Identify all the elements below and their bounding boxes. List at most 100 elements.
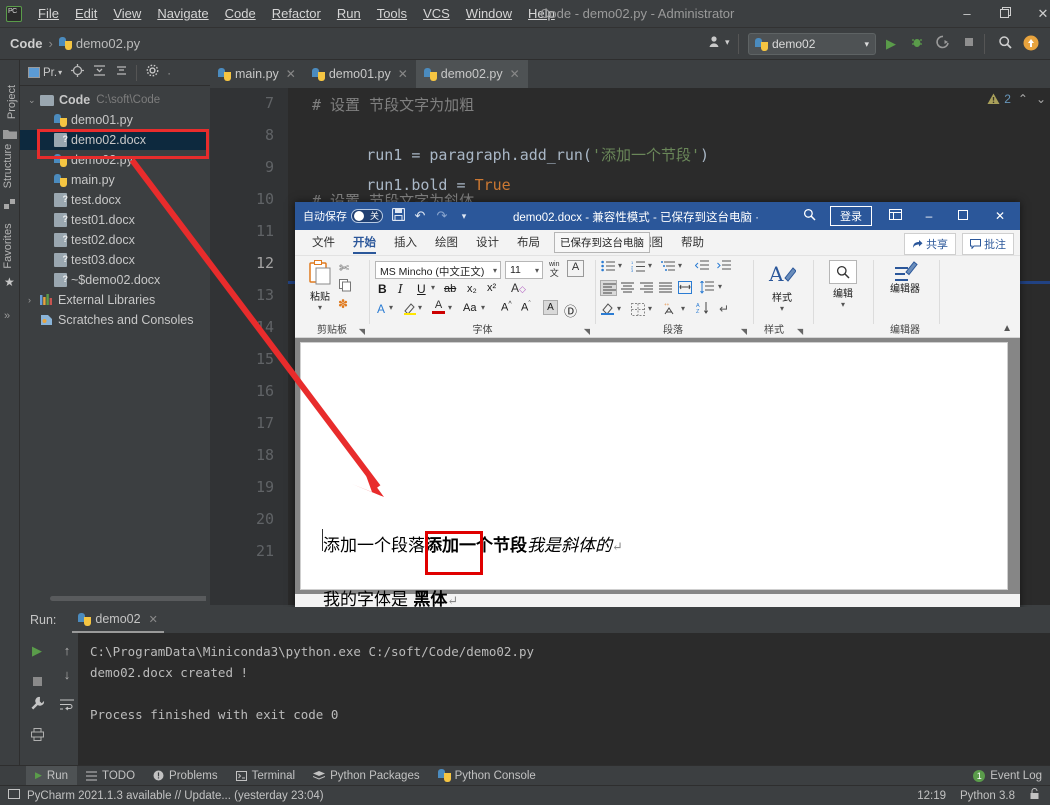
underline-button[interactable]: U — [417, 282, 426, 296]
line-spacing-icon[interactable] — [700, 280, 714, 297]
save-icon[interactable] — [387, 207, 409, 224]
bottom-tab-problems[interactable]: Problems — [144, 766, 227, 786]
tree-item-demo02-py[interactable]: demo02.py — [20, 150, 210, 170]
locate-icon[interactable] — [66, 63, 88, 83]
font-color-icon[interactable]: A — [432, 300, 445, 314]
close-button[interactable]: ✕ — [1020, 0, 1050, 28]
font-size-input[interactable]: 11 ▾ — [505, 261, 543, 279]
word-tab-help[interactable]: 帮助 — [672, 230, 713, 256]
editor-inspection-widget[interactable]: 2 ⌃ ⌄ — [987, 92, 1046, 106]
share-button[interactable]: 共享 — [904, 233, 956, 255]
strikethrough-button[interactable]: ab — [444, 283, 456, 295]
chevron-down-icon[interactable]: ▾ — [825, 300, 861, 309]
event-log-button[interactable]: 1 Event Log — [973, 766, 1042, 786]
ribbon-display-options-icon[interactable] — [878, 209, 912, 223]
tree-item-test03-docx[interactable]: test03.docx — [20, 249, 210, 270]
chevron-down-icon[interactable]: ▾ — [481, 303, 485, 312]
word-window[interactable]: 自动保存 关 ↶ ↷ ▾ demo02.docx - 兼容性模式 - 已保存到这… — [295, 202, 1020, 630]
word-tab-home[interactable]: 开始 — [344, 230, 385, 256]
sidebar-tab-project[interactable]: Project — [6, 72, 18, 132]
superscript-button[interactable]: x² — [487, 282, 496, 294]
menu-navigate[interactable]: Navigate — [149, 4, 216, 23]
format-painter-icon[interactable]: ✽ — [338, 297, 348, 311]
chevron-right-icon[interactable]: › — [28, 290, 40, 310]
borders-icon[interactable] — [631, 303, 645, 319]
tree-item-demo02-docx[interactable]: demo02.docx — [20, 129, 210, 150]
chevron-down-icon[interactable]: ▾ — [493, 266, 497, 275]
word-minimize-button[interactable]: – — [912, 209, 946, 223]
phonetic-guide-icon[interactable]: win 文 — [549, 260, 560, 278]
bottom-tab-python-console[interactable]: Python Console — [429, 766, 545, 786]
autosave-toggle[interactable]: 自动保存 关 — [303, 208, 387, 224]
menu-refactor[interactable]: Refactor — [264, 4, 329, 23]
clear-formatting-icon[interactable]: A◇ — [511, 281, 526, 295]
autosave-switch[interactable]: 关 — [351, 209, 383, 223]
chevron-down-icon[interactable]: ▾ — [618, 261, 622, 270]
tree-item-demo01-py[interactable]: demo01.py — [20, 110, 210, 130]
justify-icon[interactable] — [659, 282, 672, 297]
document-paragraph-1[interactable]: 添加一个段落添加一个节段我是斜体的↵ — [323, 531, 623, 556]
word-tab-layout[interactable]: 布局 — [508, 230, 549, 256]
lock-icon[interactable] — [1029, 788, 1040, 803]
chevron-down-icon[interactable]: ▾ — [681, 304, 685, 313]
chevron-down-icon[interactable]: ▾ — [448, 303, 452, 312]
word-document-canvas[interactable]: 添加一个段落添加一个节段我是斜体的↵ 我的字体是 黑体↵ — [295, 338, 1020, 610]
clipboard-dialog-launcher[interactable]: ◥ — [359, 327, 365, 336]
distribute-text-icon[interactable] — [678, 281, 692, 297]
run-configuration-selector[interactable]: demo02 ▾ — [748, 33, 876, 55]
chevron-down-icon[interactable]: ▾ — [648, 261, 652, 270]
decrease-indent-icon[interactable] — [694, 260, 709, 275]
word-tab-insert[interactable]: 插入 — [385, 230, 426, 256]
collapse-ribbon-icon[interactable]: ▲ — [1002, 323, 1012, 334]
tree-item-external-libraries[interactable]: › External Libraries — [20, 290, 210, 310]
increase-indent-icon[interactable] — [717, 260, 731, 275]
chevron-down-icon[interactable]: ▾ — [418, 303, 422, 312]
highlight-color-icon[interactable] — [403, 301, 417, 318]
project-horizontal-scrollbar[interactable] — [50, 596, 220, 601]
tree-item-test-docx[interactable]: test.docx — [20, 189, 210, 210]
breadcrumb-file[interactable]: demo02.py — [76, 36, 140, 51]
numbering-icon[interactable]: 123 — [631, 260, 645, 275]
enclose-circle-icon[interactable]: Ⓓ — [564, 301, 577, 320]
editing-button[interactable]: 编辑 ▾ — [825, 260, 861, 309]
undo-icon[interactable]: ↶ — [409, 208, 431, 224]
font-dialog-launcher[interactable]: ◥ — [584, 327, 590, 336]
chevron-down-icon[interactable]: ▾ — [431, 283, 435, 292]
chevron-down-icon[interactable]: ⌄ — [28, 90, 40, 110]
styles-dialog-launcher[interactable]: ◥ — [797, 327, 803, 336]
tree-item-scratches-and-consoles[interactable]: Scratches and Consoles — [20, 310, 210, 330]
print-icon[interactable] — [24, 725, 50, 749]
word-maximize-button[interactable] — [946, 209, 980, 223]
bullets-icon[interactable] — [601, 260, 615, 275]
tree-item-main-py[interactable]: main.py — [20, 170, 210, 190]
bottom-tab-run[interactable]: ▶ Run — [26, 765, 78, 786]
stop-icon[interactable] — [960, 35, 978, 53]
menu-vcs[interactable]: VCS — [415, 4, 458, 23]
menu-tools[interactable]: Tools — [369, 4, 415, 23]
user-account-button[interactable]: ▾ — [708, 35, 730, 49]
grow-font-icon[interactable]: A^ — [501, 301, 512, 314]
run-tab-demo02[interactable]: demo02 ✕ — [72, 607, 164, 633]
paste-button[interactable]: 粘贴 ▾ — [305, 260, 335, 312]
notification-icon[interactable] — [8, 788, 20, 803]
font-name-input[interactable]: MS Mincho (中文正文) ▾ — [375, 261, 501, 279]
tree-item-test02-docx[interactable]: test02.docx — [20, 229, 210, 250]
styles-button[interactable]: A 样式 ▾ — [765, 262, 799, 313]
tree-item-code-folder[interactable]: ⌄ Code C:\soft\Code — [20, 90, 210, 110]
chevron-down-icon[interactable]: ▾ — [305, 303, 335, 312]
run-console-output[interactable]: C:\ProgramData\Miniconda3\python.exe C:/… — [78, 633, 1050, 765]
soft-wrap-icon[interactable] — [54, 695, 80, 719]
tree-item-temp-demo02-docx[interactable]: ~$demo02.docx — [20, 269, 210, 290]
menu-file[interactable]: File — [30, 4, 67, 23]
menu-code[interactable]: Code — [217, 4, 264, 23]
stop-icon[interactable] — [24, 671, 50, 695]
phonetic-pinyin-icon[interactable]: ++ — [663, 302, 678, 319]
align-center-icon[interactable] — [621, 282, 634, 297]
sort-icon[interactable]: AZ — [696, 301, 710, 318]
text-effects-icon[interactable]: A — [377, 302, 385, 316]
prev-problem-icon[interactable]: ⌃ — [1018, 92, 1028, 106]
shading-icon[interactable] — [600, 302, 615, 319]
subscript-button[interactable]: x₂ — [467, 283, 477, 295]
word-page[interactable]: 添加一个段落添加一个节段我是斜体的↵ 我的字体是 黑体↵ — [300, 342, 1008, 610]
menu-edit[interactable]: Edit — [67, 4, 105, 23]
